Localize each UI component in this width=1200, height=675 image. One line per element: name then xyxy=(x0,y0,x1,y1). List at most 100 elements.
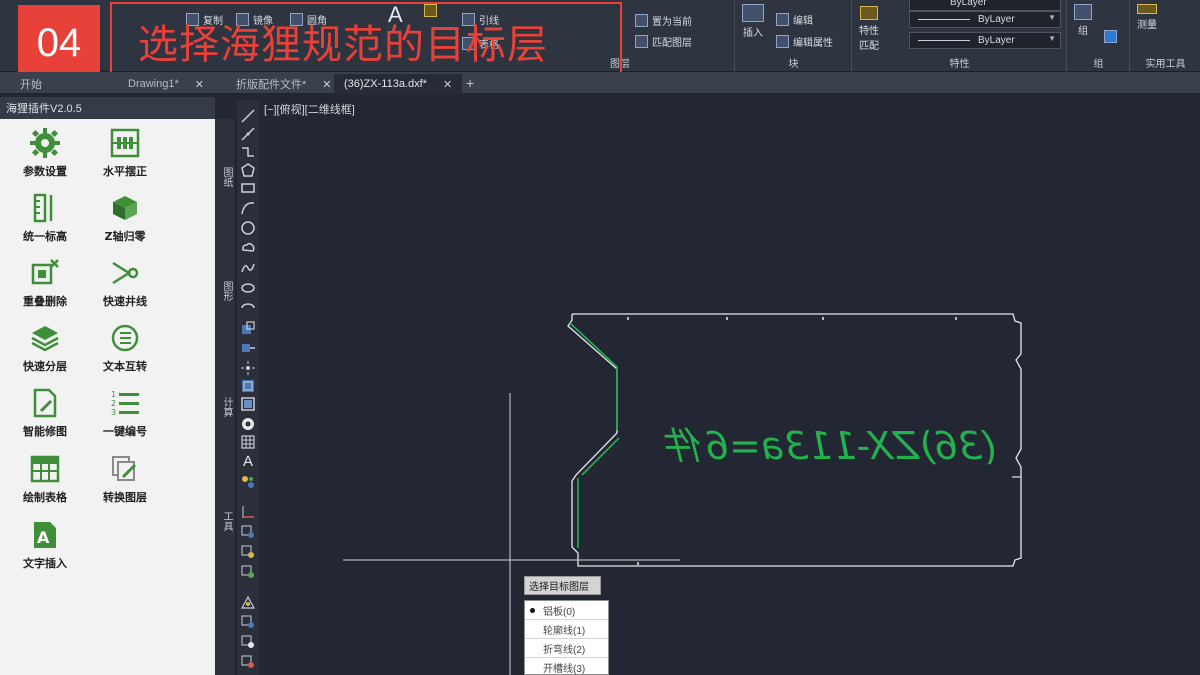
measure-area-icon[interactable] xyxy=(240,594,256,610)
dim-angular-icon[interactable] xyxy=(240,564,256,580)
polygon-icon[interactable] xyxy=(240,162,256,178)
vtab-drawings[interactable]: 图纸 xyxy=(219,167,232,187)
ellipse-icon[interactable] xyxy=(240,280,256,296)
dimension-icon[interactable] xyxy=(240,504,256,520)
group-select-icon xyxy=(1104,30,1117,43)
convert-icon xyxy=(111,324,139,352)
step-title: 选择海狸规范的目标层 xyxy=(110,2,622,80)
layer-option-groove[interactable]: 开槽线(3) xyxy=(525,658,608,675)
measure-radius-icon[interactable] xyxy=(240,634,256,650)
table-icon xyxy=(30,455,60,483)
cad-window: 复制 镜像 圆角 A 引线 表格 置为当前 匹配图层 图层 插入 编辑 编辑属性… xyxy=(0,0,1200,675)
line-tool-icon[interactable] xyxy=(240,108,256,124)
quick-layering-button[interactable]: 快速分层 xyxy=(0,322,90,380)
measure-angle-icon[interactable] xyxy=(240,654,256,670)
param-settings-button[interactable]: 参数设置 xyxy=(0,127,90,185)
add-selected-icon[interactable] xyxy=(240,474,256,490)
ellipse-arc-icon[interactable] xyxy=(240,300,256,316)
layer-option-contour[interactable]: 轮廓线(1) xyxy=(525,620,608,639)
ribbon-panel-properties: 特性 匹配 ByLayer ByLayer ▼ ByLayer ▼ 特性 xyxy=(853,0,1067,72)
text-insert-button[interactable]: A 文字插入 xyxy=(0,519,90,577)
match-properties-button[interactable]: 特性 匹配 xyxy=(859,6,879,52)
tab-drawing1[interactable]: Drawing1* ✕ xyxy=(118,74,214,94)
vtab-tools[interactable]: 工具 xyxy=(219,511,232,531)
group-panel-title[interactable]: 组 xyxy=(1068,55,1129,70)
rectangle-icon[interactable] xyxy=(240,180,256,196)
insert-block-icon[interactable] xyxy=(240,320,256,336)
draw-table-button[interactable]: 绘制表格 xyxy=(0,453,90,511)
ruler-icon xyxy=(33,193,53,223)
dim-linear-icon[interactable] xyxy=(240,544,256,560)
circle-icon[interactable] xyxy=(240,220,256,236)
ribbon-panel-block: 插入 编辑 编辑属性 块 xyxy=(736,0,852,72)
level-align-button[interactable]: 水平摆正 xyxy=(80,127,170,185)
text-convert-button[interactable]: 文本互转 xyxy=(80,322,170,380)
color-select[interactable]: ByLayer xyxy=(909,0,1061,11)
numbered-list-icon: 123 xyxy=(111,390,139,417)
svg-text:3: 3 xyxy=(111,408,116,417)
svg-text:2: 2 xyxy=(111,399,116,408)
overlap-delete-button[interactable]: 重叠删除 xyxy=(0,257,90,315)
chevron-down-icon: ▼ xyxy=(1048,34,1056,43)
polyline-icon[interactable] xyxy=(240,144,256,160)
step-number: 04 xyxy=(18,5,100,82)
group-button[interactable]: 组 xyxy=(1074,4,1092,37)
group-select-button[interactable] xyxy=(1104,30,1117,43)
spline-icon[interactable] xyxy=(240,260,256,276)
construction-line-icon[interactable] xyxy=(240,126,256,142)
layers-icon xyxy=(31,326,59,352)
table-tool-icon[interactable] xyxy=(240,434,256,450)
point-icon[interactable] xyxy=(240,360,256,376)
hatch-icon[interactable] xyxy=(240,378,256,394)
smart-repair-button[interactable]: 智能修图 xyxy=(0,387,90,445)
lineweight-select[interactable]: ByLayer ▼ xyxy=(909,32,1061,49)
z-axis-zero-button[interactable]: Z轴归零 xyxy=(80,192,170,250)
make-block-icon[interactable] xyxy=(240,340,256,356)
layer-option-aluminum[interactable]: 铝板(0) xyxy=(525,601,608,620)
unify-elevation-button[interactable]: 统一标高 xyxy=(0,192,90,250)
vtab-graphics[interactable]: 图形 xyxy=(219,281,232,301)
block-panel-title[interactable]: 块 xyxy=(736,55,851,70)
quick-well-line-button[interactable]: 快速井线 xyxy=(80,257,170,315)
arc-icon[interactable] xyxy=(240,200,256,216)
revision-cloud-icon[interactable] xyxy=(240,240,256,256)
group-icon xyxy=(1074,4,1092,20)
edit-attribute-button[interactable]: 编辑属性 xyxy=(776,34,833,49)
text-tool-icon[interactable]: A xyxy=(240,454,256,470)
set-current-icon xyxy=(635,14,648,27)
layer-option-bend[interactable]: 折弯线(2) xyxy=(525,639,608,658)
dim-aligned-icon[interactable] xyxy=(240,524,256,540)
svg-text:1: 1 xyxy=(111,390,116,399)
convert-layer-button[interactable]: 转换图层 xyxy=(80,453,170,511)
vertex-icon xyxy=(112,261,139,285)
ribbon-panel-group: 组 组 xyxy=(1068,0,1130,72)
level-icon xyxy=(110,128,140,158)
close-icon[interactable]: ✕ xyxy=(443,78,452,91)
ruler-measure-icon xyxy=(1137,4,1157,14)
close-icon[interactable]: ✕ xyxy=(195,78,204,91)
bend-line-lower xyxy=(581,437,620,476)
close-icon[interactable]: ✕ xyxy=(322,78,331,91)
measure-button[interactable]: 测量 xyxy=(1137,4,1157,31)
auto-number-button[interactable]: 123 一键编号 xyxy=(80,387,170,445)
region-icon[interactable] xyxy=(240,416,256,432)
cube-icon xyxy=(113,196,137,220)
linetype-select[interactable]: ByLayer ▼ xyxy=(909,11,1061,28)
match-layer-button[interactable]: 匹配图层 xyxy=(635,34,692,49)
measure-distance-icon[interactable] xyxy=(240,614,256,630)
tab-start[interactable]: 开始 xyxy=(10,74,52,94)
tab-zx113a[interactable]: (36)ZX-113a.dxf* ✕ xyxy=(334,74,463,94)
tab-fold-file[interactable]: 折版配件文件* ✕ xyxy=(226,74,342,94)
bend-line-upper xyxy=(569,322,618,430)
block-edit-button[interactable]: 编辑 xyxy=(776,12,813,27)
properties-panel-title[interactable]: 特性 xyxy=(853,55,1066,70)
drawing-canvas: (36)ZX-113a=6件 xyxy=(343,313,1022,675)
vtab-calculate[interactable]: 计算 xyxy=(219,397,232,417)
gradient-icon[interactable] xyxy=(240,396,256,412)
set-current-button[interactable]: 置为当前 xyxy=(635,13,692,28)
svg-text:A: A xyxy=(37,528,50,547)
insert-button[interactable]: 插入 xyxy=(742,4,764,39)
overlap-delete-icon xyxy=(31,259,59,285)
utilities-panel-title[interactable]: 实用工具 xyxy=(1131,55,1200,70)
new-tab-icon[interactable]: + xyxy=(466,75,474,91)
